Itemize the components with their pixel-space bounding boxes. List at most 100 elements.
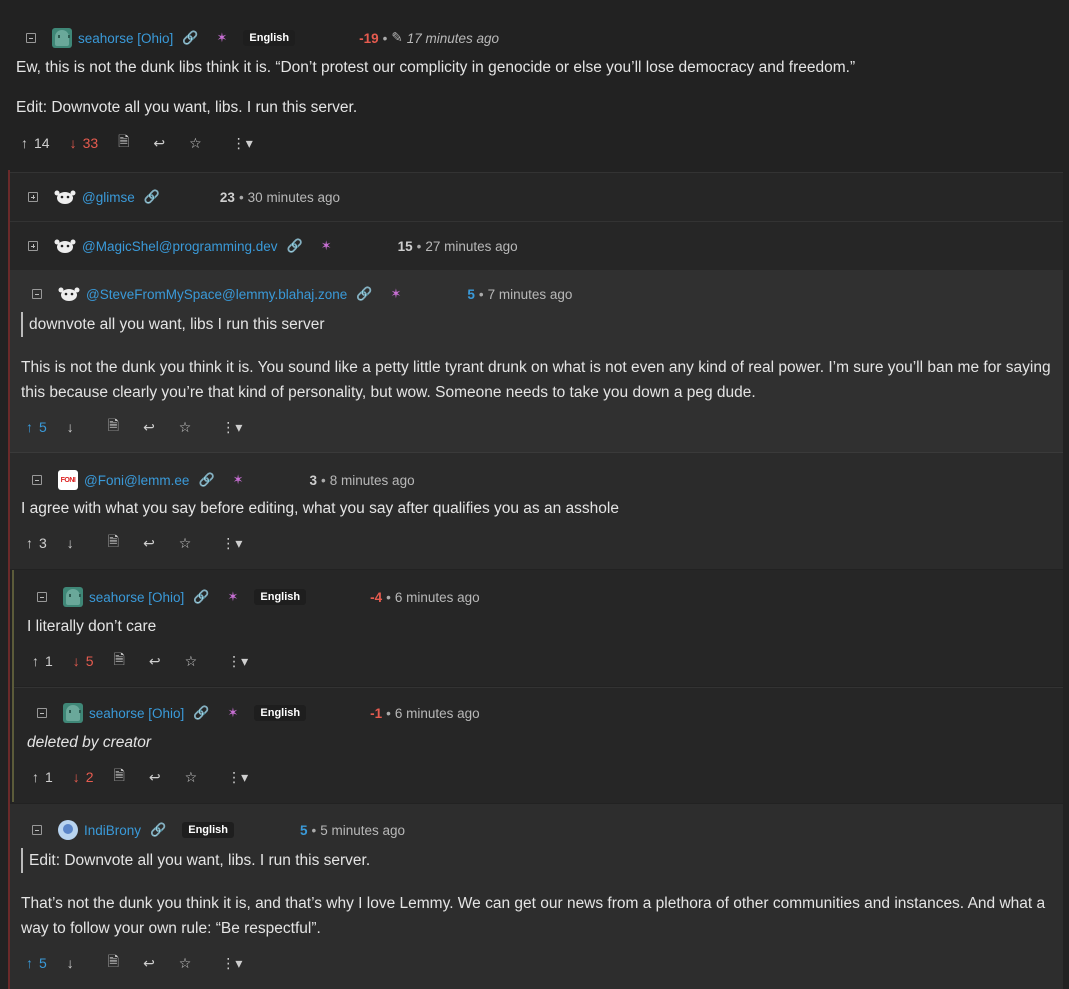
username-link[interactable]: @Foni@lemm.ee [84, 473, 189, 488]
link-icon[interactable]: 🔗 [287, 238, 303, 254]
comment-seahorse-3: seahorse [Ohio] 🔗 ✶ English -1 • 6 minut… [14, 687, 1063, 803]
score: 3 [309, 472, 318, 488]
timestamp[interactable]: 17 minutes ago [407, 31, 499, 46]
save-icon[interactable]: ☆ [185, 653, 198, 670]
paragraph: I agree with what you say before editing… [21, 500, 619, 517]
username-link[interactable]: @SteveFromMySpace@lemmy.blahaj.zone [86, 287, 347, 302]
link-icon[interactable]: 🔗 [193, 589, 209, 605]
link-icon[interactable]: 🔗 [356, 286, 372, 302]
view-source-icon[interactable]: 🗎 [114, 649, 125, 673]
link-icon[interactable]: 🔗 [182, 30, 198, 46]
more-options-icon[interactable]: ⋮▾ [221, 535, 242, 552]
upvote-button[interactable]: ↑ [32, 769, 39, 785]
separator: • [238, 189, 244, 205]
username-link[interactable]: @MagicShel@programming.dev [82, 239, 278, 254]
view-source-icon[interactable]: 🗎 [114, 765, 125, 789]
timestamp[interactable]: 6 minutes ago [395, 706, 480, 721]
paragraph: Ew, this is not the dunk libs think it i… [16, 59, 856, 76]
username-link[interactable]: seahorse [Ohio] [89, 590, 184, 605]
save-icon[interactable]: ☆ [179, 955, 192, 972]
instance-star-icon: ✶ [227, 705, 239, 720]
timestamp[interactable]: 6 minutes ago [395, 590, 480, 605]
score: -1 [370, 705, 383, 721]
save-icon[interactable]: ☆ [179, 419, 192, 436]
paragraph: Edit: Downvote all you want, libs. I run… [16, 99, 358, 116]
more-options-icon[interactable]: ⋮▾ [221, 955, 242, 972]
upvote-count: 1 [45, 653, 53, 669]
score: 5 [299, 822, 308, 838]
collapse-toggle[interactable] [37, 592, 47, 602]
view-source-icon[interactable]: 🗎 [118, 131, 129, 155]
save-icon[interactable]: ☆ [189, 135, 202, 152]
expand-toggle[interactable] [28, 241, 38, 251]
upvote-button[interactable]: ↑ [26, 419, 33, 435]
comment-body: I literally don’t care [27, 614, 1063, 639]
avatar: FONI [58, 470, 78, 490]
downvote-button[interactable]: ↓ [67, 955, 74, 971]
view-source-icon[interactable]: 🗎 [108, 415, 119, 439]
comment-foni: FONI @Foni@lemm.ee 🔗 ✶ 3 • 8 minutes ago… [10, 452, 1063, 569]
blockquote: Edit: Downvote all you want, libs. I run… [21, 848, 1053, 873]
view-source-icon[interactable]: 🗎 [108, 951, 119, 975]
username-link[interactable]: IndiBrony [84, 823, 141, 838]
timestamp[interactable]: 30 minutes ago [248, 190, 340, 205]
upvote-button[interactable]: ↑ [26, 955, 33, 971]
reply-icon[interactable]: ↩ [149, 769, 161, 786]
upvote-count: 5 [39, 955, 47, 971]
link-icon[interactable]: 🔗 [150, 822, 166, 838]
comment-body: deleted by creator [27, 730, 1063, 755]
downvote-button[interactable]: ↓ [73, 653, 80, 669]
score: 5 [467, 286, 475, 302]
link-icon[interactable]: 🔗 [193, 705, 209, 721]
separator: • [386, 705, 391, 721]
blockquote: downvote all you want, libs I run this s… [21, 312, 1053, 337]
collapse-toggle[interactable] [32, 289, 42, 299]
comment-seahorse-1: seahorse [Ohio] 🔗 ✶ English -19 • ✎ 17 m… [0, 0, 1069, 165]
collapse-toggle[interactable] [37, 708, 47, 718]
reply-icon[interactable]: ↩ [149, 653, 161, 670]
separator: • [416, 238, 422, 254]
more-options-icon[interactable]: ⋮▾ [227, 769, 248, 786]
link-icon[interactable]: 🔗 [198, 472, 214, 488]
timestamp[interactable]: 5 minutes ago [320, 823, 405, 838]
link-icon[interactable]: 🔗 [144, 189, 160, 205]
comment-body: downvote all you want, libs I run this s… [21, 312, 1053, 405]
separator: • [321, 472, 326, 488]
language-badge: English [182, 822, 234, 838]
username-link[interactable]: seahorse [Ohio] [89, 706, 184, 721]
timestamp[interactable]: 8 minutes ago [330, 473, 415, 488]
downvote-button[interactable]: ↓ [70, 135, 77, 151]
collapse-toggle[interactable] [32, 475, 42, 485]
paragraph: deleted by creator [27, 734, 152, 751]
expand-toggle[interactable] [28, 192, 38, 202]
more-options-icon[interactable]: ⋮▾ [232, 135, 253, 152]
view-source-icon[interactable]: 🗎 [108, 531, 119, 555]
more-options-icon[interactable]: ⋮▾ [227, 653, 248, 670]
username-link[interactable]: seahorse [Ohio] [78, 31, 173, 46]
timestamp[interactable]: 27 minutes ago [425, 239, 517, 254]
save-icon[interactable]: ☆ [179, 535, 192, 552]
paragraph: That’s not the dunk you think it is, and… [21, 895, 1046, 937]
username-link[interactable]: @glimse [82, 190, 135, 205]
downvote-button[interactable]: ↓ [67, 419, 74, 435]
downvote-count: 5 [85, 653, 94, 669]
reply-icon[interactable]: ↩ [143, 955, 155, 972]
reply-icon[interactable]: ↩ [143, 419, 155, 436]
reply-icon[interactable]: ↩ [143, 535, 155, 552]
downvote-button[interactable]: ↓ [73, 769, 80, 785]
paragraph: This is not the dunk you think it is. Yo… [21, 359, 1051, 401]
reply-icon[interactable]: ↩ [153, 135, 165, 152]
collapse-toggle[interactable] [26, 33, 36, 43]
upvote-button[interactable]: ↑ [26, 535, 33, 551]
upvote-button[interactable]: ↑ [32, 653, 39, 669]
collapse-toggle[interactable] [32, 825, 42, 835]
score: 15 [397, 238, 413, 254]
more-options-icon[interactable]: ⋮▾ [221, 419, 242, 436]
paragraph: I literally don’t care [27, 618, 157, 635]
comment-seahorse-2: seahorse [Ohio] 🔗 ✶ English -4 • 6 minut… [14, 570, 1063, 686]
downvote-button[interactable]: ↓ [67, 535, 74, 551]
save-icon[interactable]: ☆ [185, 769, 198, 786]
timestamp[interactable]: 7 minutes ago [488, 287, 573, 302]
upvote-button[interactable]: ↑ [21, 135, 28, 151]
upvote-count: 1 [45, 769, 53, 785]
